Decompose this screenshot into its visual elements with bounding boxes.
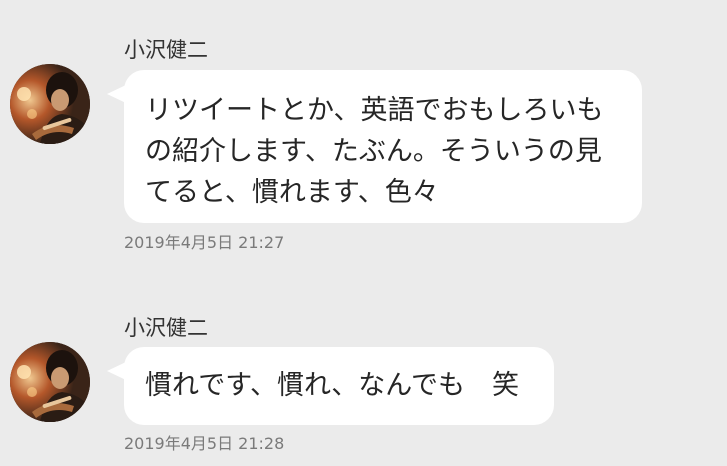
sender-name: 小沢健二 xyxy=(124,316,208,340)
message-timestamp: 2019年4月5日 21:28 xyxy=(124,434,285,453)
avatar[interactable] xyxy=(10,342,90,422)
message-text-line: 慣れです、慣れ、なんでも 笑 xyxy=(145,370,519,401)
avatar-photo-icon xyxy=(10,342,90,422)
chat-message: 小沢健二 慣れです、慣れ、なんでも 笑 2019年4月5日 21:28 xyxy=(0,0,727,466)
message-bubble[interactable]: 慣れです、慣れ、なんでも 笑 xyxy=(124,347,554,425)
